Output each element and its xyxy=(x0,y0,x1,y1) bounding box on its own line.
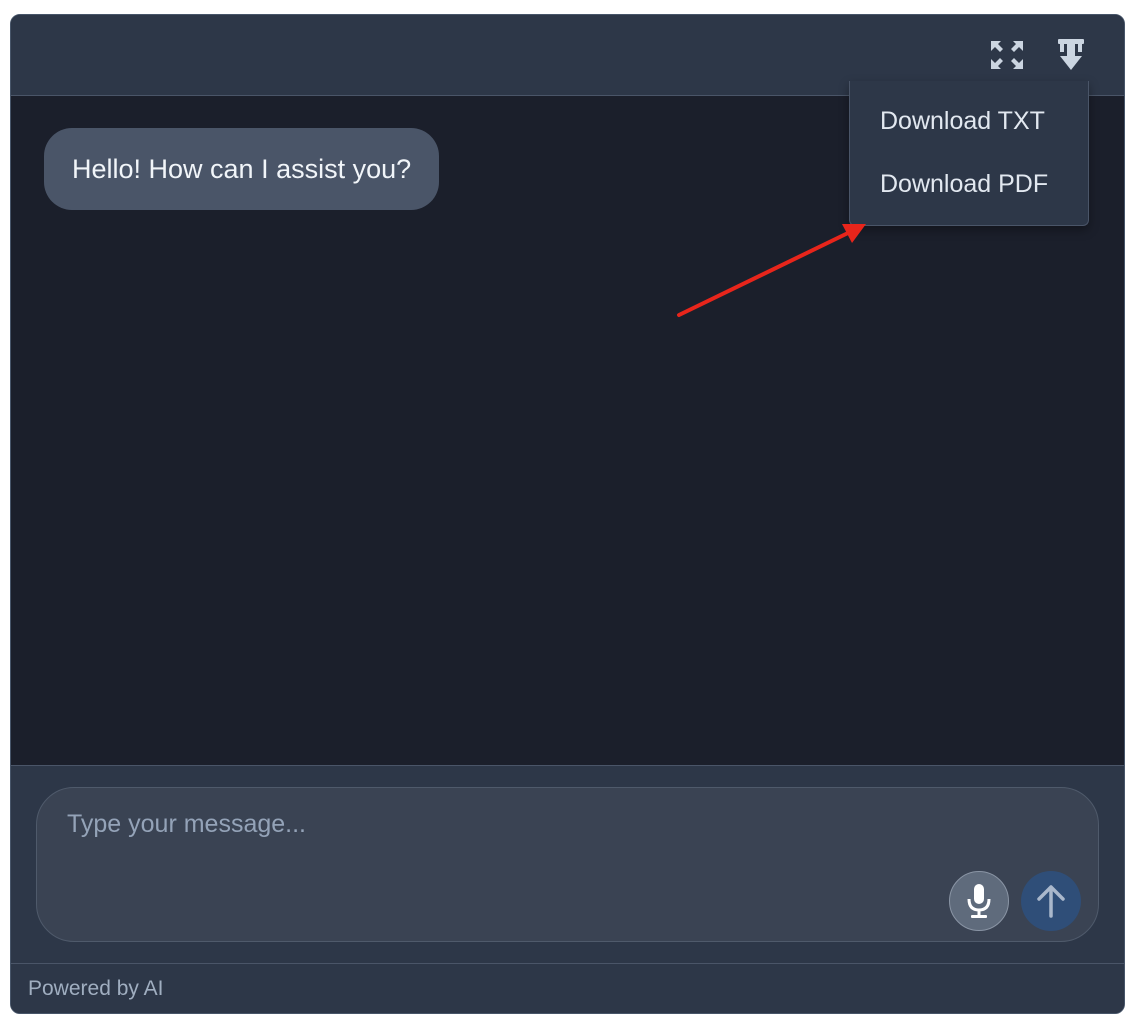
download-icon xyxy=(1058,39,1084,70)
microphone-icon xyxy=(967,884,991,918)
download-dropdown-menu: Download TXT Download PDF xyxy=(849,81,1089,226)
arrow-up-icon xyxy=(1037,885,1065,918)
assistant-message-bubble: Hello! How can I assist you? xyxy=(44,128,440,210)
send-button[interactable] xyxy=(1021,871,1081,931)
download-pdf-option[interactable]: Download PDF xyxy=(850,154,1088,214)
microphone-button[interactable] xyxy=(949,871,1009,931)
message-input[interactable] xyxy=(67,810,927,870)
expand-icon xyxy=(991,41,1023,69)
download-txt-option[interactable]: Download TXT xyxy=(850,91,1088,151)
message-input-container xyxy=(36,787,1099,942)
download-button[interactable] xyxy=(1051,35,1091,75)
expand-button[interactable] xyxy=(987,35,1027,75)
input-area xyxy=(11,765,1124,963)
powered-by-footer: Powered by AI xyxy=(11,963,1124,1013)
